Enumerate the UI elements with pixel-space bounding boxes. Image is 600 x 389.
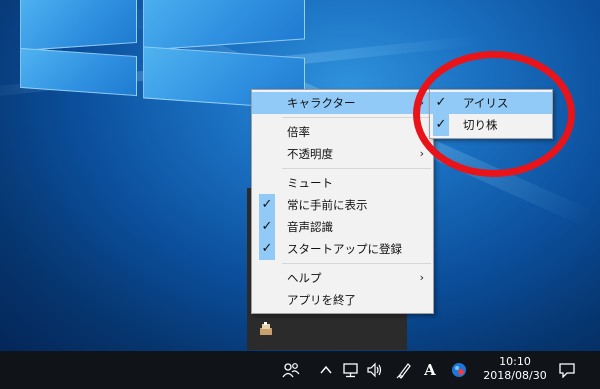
- menu-item-label: 不透明度: [287, 147, 333, 161]
- check-icon: ✓: [259, 238, 275, 260]
- volume-icon[interactable]: [366, 362, 384, 378]
- menu-item-label: 倍率: [287, 125, 310, 139]
- menu-item-mute[interactable]: ミュート: [252, 172, 433, 194]
- menu-item-label: ミュート: [287, 176, 333, 190]
- menu-separator: [282, 263, 431, 264]
- submenu-arrow-icon: ›: [419, 147, 424, 160]
- network-icon[interactable]: [342, 362, 360, 378]
- menu-item-label: ヘルプ: [287, 271, 322, 285]
- menu-item-label: キャラクター: [287, 96, 356, 110]
- menu-item-scale[interactable]: 倍率: [252, 121, 433, 143]
- context-menu: キャラクター › 倍率 不透明度 › ミュート ✓ 常に手前に表示 ✓ 音声認識…: [251, 89, 434, 314]
- annotation-circle: [413, 51, 575, 177]
- app-tray-icon[interactable]: [451, 362, 467, 378]
- notification-icon[interactable]: [558, 362, 576, 378]
- menu-item-help[interactable]: ヘルプ ›: [252, 267, 433, 289]
- clock-date: 2018/08/30: [483, 369, 547, 382]
- menu-item-always-on-top[interactable]: ✓ 常に手前に表示: [252, 194, 433, 216]
- menu-item-voice-recognition[interactable]: ✓ 音声認識: [252, 216, 433, 238]
- pen-icon[interactable]: [396, 361, 412, 379]
- menu-item-label: 音声認識: [287, 220, 333, 234]
- menu-item-label: アプリを終了: [287, 293, 356, 307]
- character-sprite-icon[interactable]: [258, 322, 274, 336]
- taskbar-clock[interactable]: 10:10 2018/08/30: [475, 351, 555, 389]
- menu-separator: [282, 168, 431, 169]
- people-icon[interactable]: [282, 362, 300, 378]
- clock-time: 10:10: [499, 355, 531, 368]
- check-icon: ✓: [259, 194, 275, 216]
- menu-item-label: スタートアップに登録: [287, 242, 402, 256]
- menu-item-character[interactable]: キャラクター ›: [252, 92, 433, 114]
- check-icon: ✓: [259, 216, 275, 238]
- ime-icon[interactable]: A: [422, 351, 438, 389]
- menu-item-exit[interactable]: アプリを終了: [252, 289, 433, 311]
- menu-separator: [282, 117, 431, 118]
- chevron-up-icon[interactable]: [320, 365, 332, 375]
- windows-logo-graphic: [0, 0, 400, 110]
- menu-item-startup[interactable]: ✓ スタートアップに登録: [252, 238, 433, 260]
- menu-item-opacity[interactable]: 不透明度 ›: [252, 143, 433, 165]
- menu-item-label: 常に手前に表示: [287, 198, 368, 212]
- submenu-arrow-icon: ›: [419, 271, 424, 284]
